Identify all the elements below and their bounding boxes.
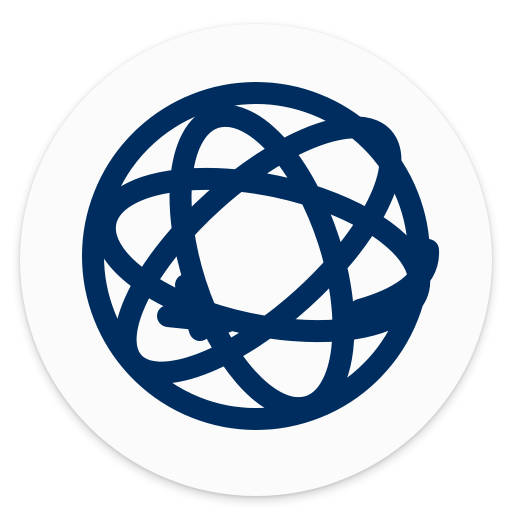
icon-canvas: [0, 0, 512, 512]
globe-orbit-icon: [82, 82, 439, 430]
